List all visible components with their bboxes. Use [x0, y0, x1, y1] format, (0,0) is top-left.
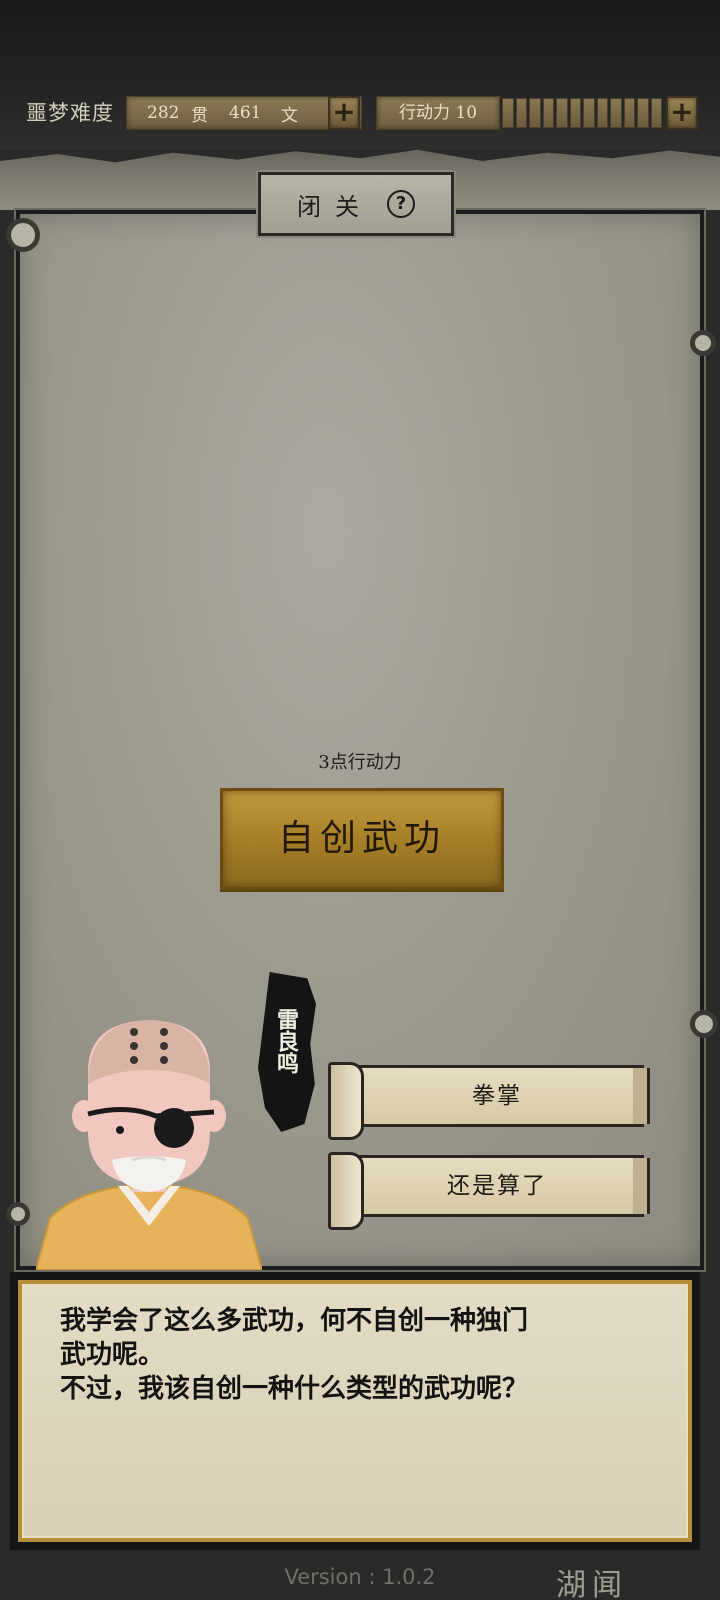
panel-title-plate: 闭关 ? [258, 172, 454, 236]
add-money-button[interactable]: + [328, 96, 360, 130]
energy-label: 行动力 10 [376, 96, 500, 130]
money-display: 282 贯 461 文 [126, 96, 362, 130]
dialog-line: 不过，我该自创一种什么类型的武功呢？ [60, 1374, 529, 1404]
option-cancel[interactable]: 还是算了 [328, 1152, 650, 1230]
panel-title: 闭关 [297, 192, 373, 221]
money-wen-unit: 文 [281, 105, 298, 126]
scroll-curl-icon [6, 218, 40, 252]
scroll-curl-icon [6, 1202, 30, 1226]
energy-segment [569, 98, 581, 128]
energy-segment [650, 98, 662, 128]
dialog-content: 我学会了这么多武功，何不自创一种独门 武功呢。 不过，我该自创一种什么类型的武功… [18, 1280, 692, 1542]
energy-segment [556, 98, 568, 128]
energy-segment [502, 98, 514, 128]
energy-segment [610, 98, 622, 128]
energy-segment [623, 98, 635, 128]
money-guan-value: 282 [147, 103, 180, 123]
monk-portrait [36, 1020, 262, 1270]
energy-segment [637, 98, 649, 128]
option-fist-palm[interactable]: 拳掌 [328, 1062, 650, 1140]
dialog-box: 我学会了这么多武功，何不自创一种独门 武功呢。 不过，我该自创一种什么类型的武功… [10, 1272, 700, 1550]
difficulty-label: 噩梦难度 [26, 101, 114, 125]
dialog-line: 我学会了这么多武功，何不自创一种独门 [60, 1306, 529, 1336]
character-name: 雷良鸣 [273, 1008, 299, 1074]
action-cost-text: 3点行动力 [318, 752, 402, 773]
energy-bar [502, 96, 662, 130]
create-martial-art-button[interactable]: 自创武功 [220, 788, 504, 890]
energy-segment [529, 98, 541, 128]
dialog-line: 武功呢。 [60, 1340, 165, 1370]
scroll-curl-icon [690, 330, 716, 356]
top-bar: 噩梦难度 282 贯 461 文 + 行动力 10 + [0, 0, 720, 150]
corner-logo-text: 湖闻 [556, 1568, 628, 1600]
energy-segment [596, 98, 608, 128]
energy-segment [542, 98, 554, 128]
money-guan-unit: 贯 [191, 105, 208, 126]
energy-segment [515, 98, 527, 128]
energy-segment [583, 98, 595, 128]
add-energy-button[interactable]: + [666, 96, 698, 130]
scroll-curl-icon [690, 1010, 718, 1038]
help-icon[interactable]: ? [387, 190, 415, 218]
money-wen-value: 461 [229, 103, 262, 123]
